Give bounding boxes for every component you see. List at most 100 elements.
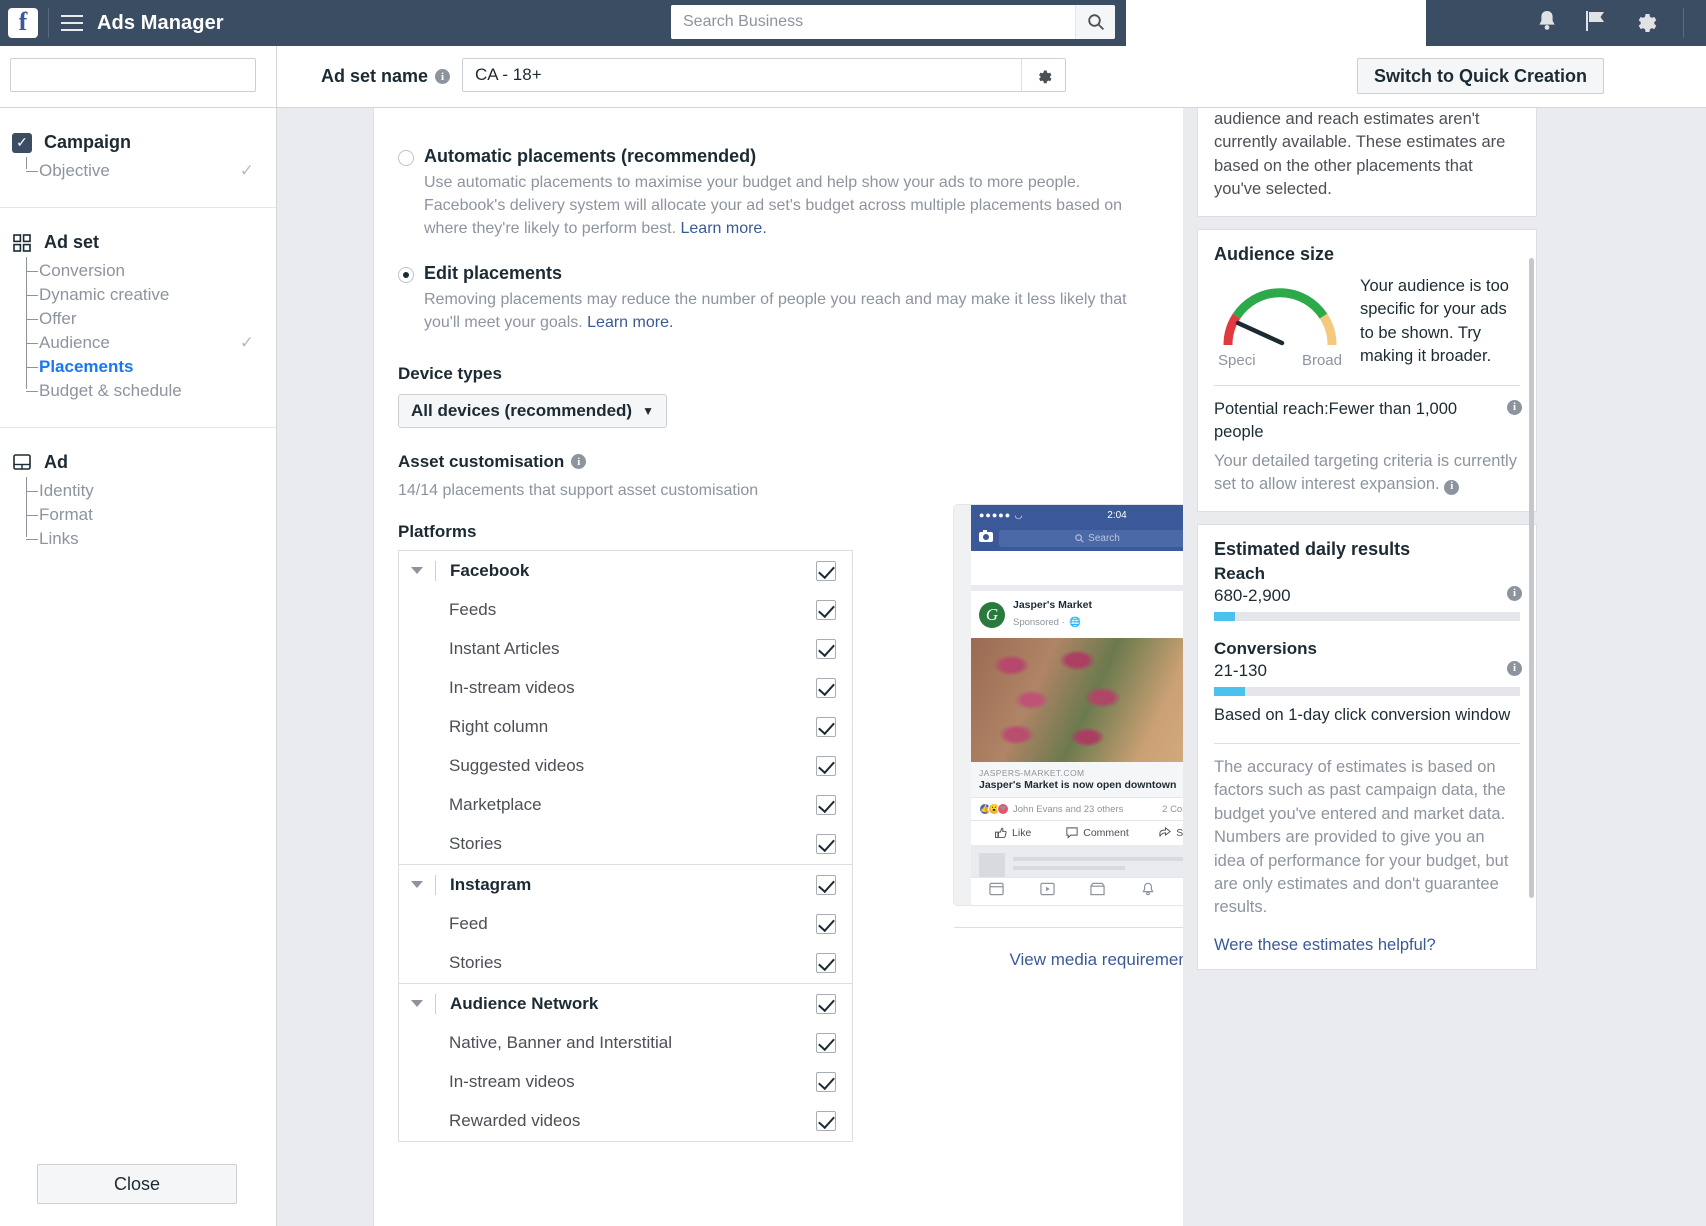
placement-name: Instant Articles xyxy=(449,639,816,659)
targeting-note-text: Your detailed targeting criteria is curr… xyxy=(1214,452,1517,493)
placement-checkbox-rewarded-videos[interactable] xyxy=(816,1111,836,1131)
platform-group-facebook-header[interactable]: Facebook xyxy=(399,551,852,591)
phone-search-bar[interactable]: Search xyxy=(999,530,1183,547)
sidebar-item-placements[interactable]: Placements xyxy=(39,355,276,379)
placement-name: Marketplace xyxy=(449,795,816,815)
placement-row-instagram-stories[interactable]: Stories xyxy=(399,944,852,983)
placement-row-instant-articles[interactable]: Instant Articles xyxy=(399,630,852,669)
chevron-down-icon[interactable] xyxy=(411,881,423,888)
search-input[interactable] xyxy=(671,5,1075,39)
camera-icon[interactable] xyxy=(979,529,993,547)
search-button[interactable] xyxy=(1075,5,1115,39)
sidebar-item-format[interactable]: Format xyxy=(39,503,276,527)
nav-group-campaign-header[interactable]: ✓ Campaign xyxy=(0,132,276,153)
automatic-placements-option[interactable]: Automatic placements (recommended) xyxy=(398,146,1183,167)
placement-row-marketplace[interactable]: Marketplace xyxy=(399,786,852,825)
like-button[interactable]: Like xyxy=(971,827,1055,839)
placement-row-rewarded-videos[interactable]: Rewarded videos xyxy=(399,1102,852,1141)
ad-headline: Jasper's Market is now open downtown xyxy=(979,779,1183,791)
placement-checkbox-instagram-feed[interactable] xyxy=(816,914,836,934)
ad-set-name-input[interactable] xyxy=(463,65,1021,85)
facebook-logo-icon[interactable]: f xyxy=(8,8,38,38)
placement-row-suggested-videos[interactable]: Suggested videos xyxy=(399,747,852,786)
info-icon[interactable]: i xyxy=(1507,661,1522,676)
platform-group-audience-network-header[interactable]: Audience Network xyxy=(399,984,852,1024)
nav-group-ad-header[interactable]: Ad xyxy=(0,452,276,473)
placement-checkbox-native-banner-interstitial[interactable] xyxy=(816,1033,836,1053)
placement-checkbox-right-column[interactable] xyxy=(816,717,836,737)
info-icon[interactable]: i xyxy=(1507,586,1522,601)
placement-checkbox-instant-articles[interactable] xyxy=(816,639,836,659)
share-label: Share xyxy=(1176,827,1183,839)
chevron-down-icon[interactable] xyxy=(411,1000,423,1007)
metric-bar xyxy=(1214,612,1520,621)
placement-row-an-in-stream-videos[interactable]: In-stream videos xyxy=(399,1063,852,1102)
right-panel-scrollbar[interactable] xyxy=(1529,258,1534,898)
edit-placements-radio[interactable] xyxy=(398,267,414,283)
bell-icon[interactable] xyxy=(1536,9,1558,38)
placement-checkbox-an-in-stream-videos[interactable] xyxy=(816,1072,836,1092)
accuracy-note: The accuracy of estimates is based on fa… xyxy=(1214,756,1520,920)
platform-checkbox-facebook[interactable] xyxy=(816,561,836,581)
sidebar-item-links[interactable]: Links xyxy=(39,527,276,551)
business-search[interactable] xyxy=(671,5,1115,39)
platform-name: Instagram xyxy=(450,875,816,895)
nav-items: Conversion Dynamic creative Offer Audien… xyxy=(0,259,276,403)
device-types-dropdown[interactable]: All devices (recommended) ▼ xyxy=(398,394,667,428)
info-icon[interactable]: i xyxy=(571,454,586,469)
audience-size-gauge: Speci Broad xyxy=(1214,275,1346,369)
sidebar-item-audience[interactable]: Audience ✓ xyxy=(39,331,276,355)
ad-set-name-field[interactable] xyxy=(462,58,1066,92)
placement-checkbox-marketplace[interactable] xyxy=(816,795,836,815)
placement-row-facebook-stories[interactable]: Stories xyxy=(399,825,852,864)
sidebar-item-offer[interactable]: Offer xyxy=(39,307,276,331)
estimates-helpful-link[interactable]: Were these estimates helpful? xyxy=(1214,936,1520,955)
placement-checkbox-instagram-stories[interactable] xyxy=(816,953,836,973)
placement-row-in-stream-videos[interactable]: In-stream videos xyxy=(399,669,852,708)
chevron-down-icon[interactable] xyxy=(411,567,423,574)
conversion-window-note: Based on 1-day click conversion window xyxy=(1214,704,1520,727)
placement-checkbox-in-stream-videos[interactable] xyxy=(816,678,836,698)
sidebar-item-budget-schedule[interactable]: Budget & schedule xyxy=(39,379,276,403)
view-media-requirement-link[interactable]: View media requirement xyxy=(954,927,1183,970)
divider xyxy=(1683,8,1684,38)
placement-row-right-column[interactable]: Right column xyxy=(399,708,852,747)
sidebar-item-conversion[interactable]: Conversion xyxy=(39,259,276,283)
sidebar-item-objective[interactable]: Objective ✓ xyxy=(39,159,276,183)
platform-group-instagram-header[interactable]: Instagram xyxy=(399,865,852,905)
flag-icon[interactable] xyxy=(1584,9,1607,38)
switch-to-quick-creation-button[interactable]: Switch to Quick Creation xyxy=(1357,58,1604,94)
platform-checkbox-instagram[interactable] xyxy=(816,875,836,895)
gear-icon[interactable] xyxy=(1633,9,1657,38)
platform-checkbox-audience-network[interactable] xyxy=(816,994,836,1014)
share-button[interactable]: Share xyxy=(1140,827,1183,839)
video-tab-icon[interactable] xyxy=(1040,882,1055,901)
placement-row-feeds[interactable]: Feeds xyxy=(399,591,852,630)
edit-learn-more-link[interactable]: Learn more. xyxy=(587,314,673,331)
news-feed-tab-icon[interactable] xyxy=(989,882,1004,901)
placement-checkbox-suggested-videos[interactable] xyxy=(816,756,836,776)
edit-placements-option[interactable]: Edit placements xyxy=(398,263,1183,284)
close-button[interactable]: Close xyxy=(37,1164,237,1204)
sidebar-item-dynamic-creative[interactable]: Dynamic creative xyxy=(39,283,276,307)
post-actions: Like Comment Share xyxy=(971,820,1183,845)
placement-checkbox-feeds[interactable] xyxy=(816,600,836,620)
metric-bar xyxy=(1214,687,1520,696)
info-icon[interactable]: i xyxy=(435,69,450,84)
marketplace-tab-icon[interactable] xyxy=(1090,882,1105,901)
left-toolbar-field[interactable] xyxy=(10,58,256,92)
info-icon[interactable]: i xyxy=(1444,480,1459,495)
info-icon[interactable]: i xyxy=(1507,400,1522,415)
hamburger-menu-icon[interactable] xyxy=(61,15,83,32)
sidebar-item-identity[interactable]: Identity xyxy=(39,479,276,503)
automatic-learn-more-link[interactable]: Learn more. xyxy=(681,220,767,237)
placement-row-native-banner-interstitial[interactable]: Native, Banner and Interstitial xyxy=(399,1024,852,1063)
comment-button[interactable]: Comment xyxy=(1055,827,1139,839)
potential-reach-text: Potential reach:Fewer than 1,000 people xyxy=(1214,398,1520,444)
placement-checkbox-facebook-stories[interactable] xyxy=(816,834,836,854)
placement-row-instagram-feed[interactable]: Feed xyxy=(399,905,852,944)
notifications-tab-icon[interactable] xyxy=(1141,882,1155,901)
ad-set-settings-gear-icon[interactable] xyxy=(1021,59,1065,91)
nav-group-ad-set-header[interactable]: Ad set xyxy=(0,232,276,253)
automatic-placements-radio[interactable] xyxy=(398,150,414,166)
